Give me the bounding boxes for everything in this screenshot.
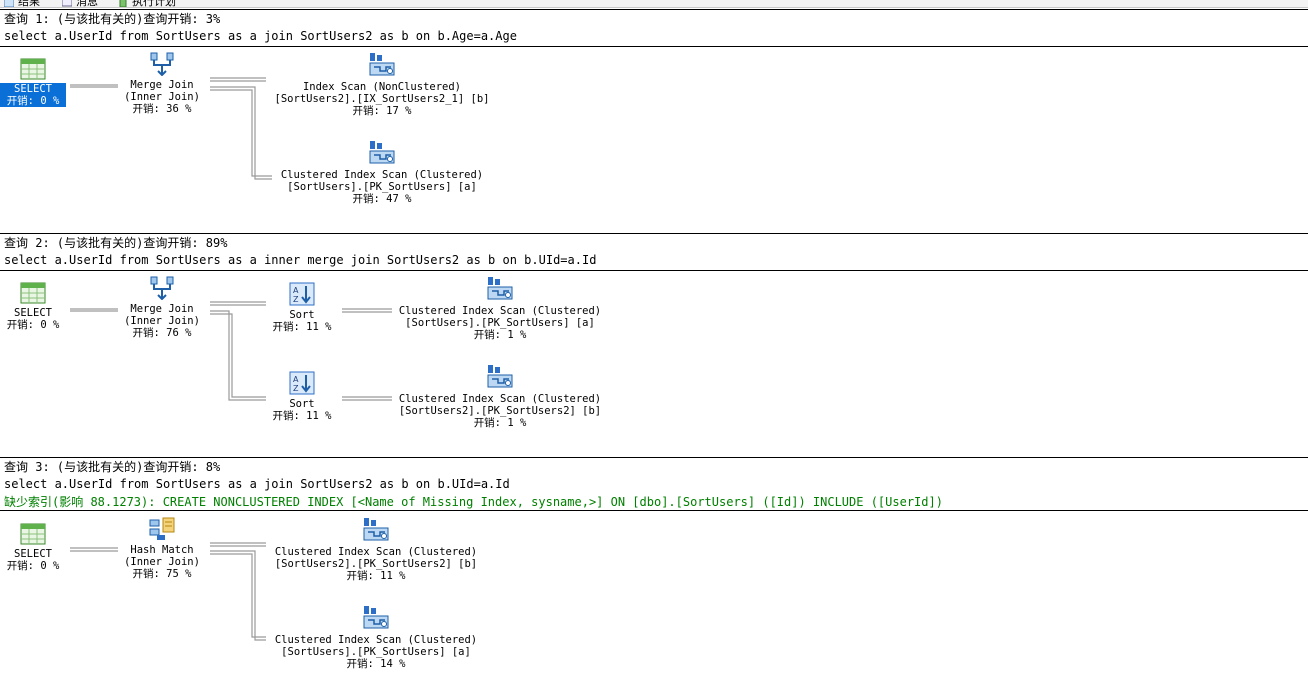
separator [0,510,1308,511]
tab-messages[interactable]: 消息 [62,0,98,7]
grid-icon [4,0,14,7]
index-scan-icon [368,52,396,78]
clustered-index-scan-icon [362,517,390,543]
separator [0,270,1308,271]
sort-icon [289,282,315,306]
execution-plan-icon [119,0,127,7]
query-3-header: 查询 3: (与该批有关的)查询开销: 8% [4,460,221,474]
plan-node-merge-join[interactable]: Merge Join (Inner Join) 开销: 76 % [118,276,206,339]
clustered-index-scan-icon [486,276,514,302]
sort-icon [289,371,315,395]
missing-index-hint[interactable]: 缺少索引(影响 88.1273): CREATE NONCLUSTERED IN… [4,493,943,510]
plan-node-clustered-index-scan[interactable]: Clustered Index Scan (Clustered) [SortUs… [266,517,486,582]
query-2-sql: select a.UserId from SortUsers as a inne… [4,253,597,267]
clustered-index-scan-icon [368,140,396,166]
query-2-header: 查询 2: (与该批有关的)查询开销: 89% [4,236,228,250]
plan-node-sort[interactable]: Sort 开销: 11 % [266,371,338,422]
plan-node-hash-match[interactable]: Hash Match (Inner Join) 开销: 75 % [118,517,206,580]
tab-execution-plan[interactable]: 执行计划 [118,0,176,7]
plan-node-clustered-index-scan[interactable]: Clustered Index Scan (Clustered) [SortUs… [388,276,612,341]
select-icon [20,58,46,80]
clustered-index-scan-icon [362,605,390,631]
plan-node-clustered-index-scan[interactable]: Clustered Index Scan (Clustered) [SortUs… [388,364,612,429]
plan-node-select[interactable]: SELECT 开销: 0 % [0,282,66,331]
message-icon [62,0,72,7]
merge-join-icon [149,52,175,76]
plan-node-clustered-index-scan[interactable]: Clustered Index Scan (Clustered) [SortUs… [272,140,492,205]
query-1-header: 查询 1: (与该批有关的)查询开销: 3% [4,12,221,26]
result-tabs: 结果 消息 执行计划 [0,0,1308,8]
tab-results[interactable]: 结果 [4,0,40,7]
select-icon [20,523,46,545]
plan-node-merge-join[interactable]: Merge Join (Inner Join) 开销: 36 % [118,52,206,115]
select-icon [20,282,46,304]
merge-join-icon [149,276,175,300]
plan-node-select[interactable]: SELECT 开销: 0 % [0,523,66,572]
plan-node-index-scan[interactable]: Index Scan (NonClustered) [SortUsers2].[… [266,52,498,117]
plan-node-clustered-index-scan[interactable]: Clustered Index Scan (Clustered) [SortUs… [266,605,486,670]
query-3-sql: select a.UserId from SortUsers as a join… [4,477,510,491]
clustered-index-scan-icon [486,364,514,390]
hash-match-icon [149,517,175,541]
query-1-sql: select a.UserId from SortUsers as a join… [4,29,517,43]
plan-node-select[interactable]: SELECT 开销: 0 % [0,58,66,107]
separator [0,46,1308,47]
plan-node-sort[interactable]: Sort 开销: 11 % [266,282,338,333]
